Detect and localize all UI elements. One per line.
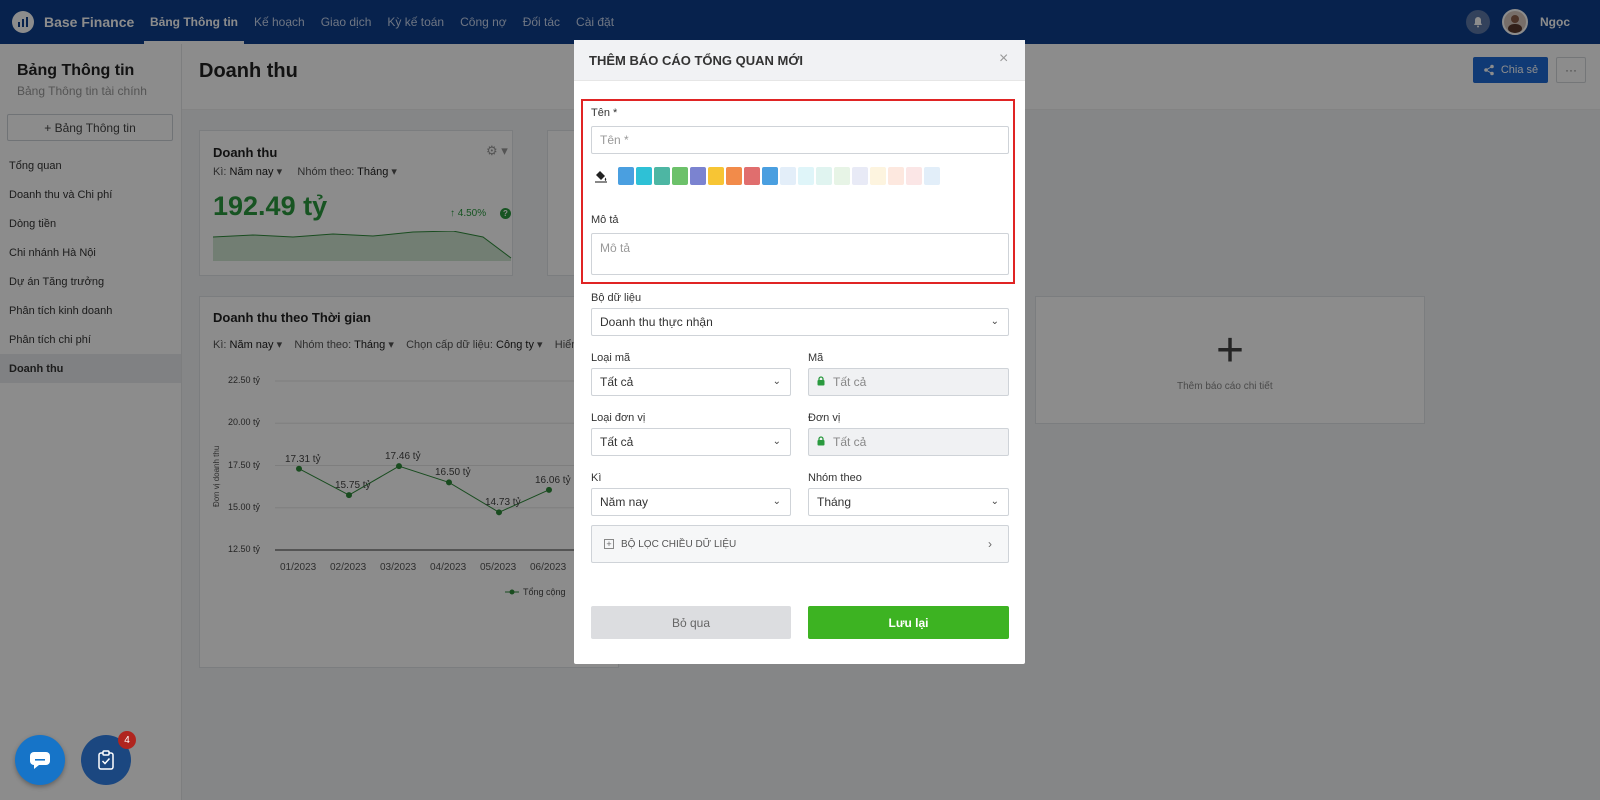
group-select[interactable]: Tháng ⌄ xyxy=(808,488,1009,516)
lock-icon xyxy=(817,375,825,389)
code-value: Tất cả xyxy=(833,375,867,389)
color-swatch[interactable] xyxy=(780,167,796,185)
dimension-filter-label: BỘ LỌC CHIỀU DỮ LIỆU xyxy=(621,538,737,550)
color-swatch[interactable] xyxy=(618,167,634,185)
color-swatch[interactable] xyxy=(816,167,832,185)
color-swatch[interactable] xyxy=(762,167,778,185)
chat-icon xyxy=(30,752,50,769)
color-swatch[interactable] xyxy=(834,167,850,185)
period-label: Kì xyxy=(591,472,602,484)
description-label: Mô tả xyxy=(591,214,619,226)
modal-title: THÊM BÁO CÁO TỔNG QUAN MỚI xyxy=(589,53,804,68)
color-swatch[interactable] xyxy=(852,167,868,185)
unit-type-label: Loại đơn vị xyxy=(591,412,646,424)
chevron-down-icon: ⌄ xyxy=(990,316,999,327)
unit-type-select[interactable]: Tất cả ⌄ xyxy=(591,428,791,456)
chevron-down-icon: ⌄ xyxy=(772,436,781,447)
chevron-down-icon: ⌄ xyxy=(990,496,999,507)
cancel-button[interactable]: Bỏ qua xyxy=(591,606,791,639)
unit-label: Đơn vị xyxy=(808,412,841,424)
code-type-value: Tất cả xyxy=(600,375,634,389)
add-report-modal: THÊM BÁO CÁO TỔNG QUAN MỚI × Tên * Tên *… xyxy=(574,40,1025,664)
unit-value: Tất cả xyxy=(833,435,867,449)
unit-field: Tất cả xyxy=(808,428,1009,456)
period-value: Năm nay xyxy=(600,495,649,509)
color-swatch[interactable] xyxy=(744,167,760,185)
color-swatch[interactable] xyxy=(654,167,670,185)
code-field: Tất cả xyxy=(808,368,1009,396)
chevron-down-icon: ⌄ xyxy=(772,496,781,507)
period-select[interactable]: Năm nay ⌄ xyxy=(591,488,791,516)
name-input[interactable]: Tên * xyxy=(591,126,1009,154)
dataset-label: Bộ dữ liệu xyxy=(591,292,642,304)
color-swatch[interactable] xyxy=(906,167,922,185)
group-label: Nhóm theo xyxy=(808,472,862,484)
lock-icon xyxy=(817,435,825,449)
clipboard-check-icon xyxy=(98,750,114,770)
chat-button[interactable] xyxy=(15,735,65,785)
task-badge: 4 xyxy=(118,731,136,749)
color-swatch[interactable] xyxy=(870,167,886,185)
chevron-down-icon: ⌄ xyxy=(772,376,781,387)
color-swatch[interactable] xyxy=(924,167,940,185)
save-button[interactable]: Lưu lại xyxy=(808,606,1009,639)
dataset-select[interactable]: Doanh thu thực nhận ⌄ xyxy=(591,308,1009,336)
color-swatch[interactable] xyxy=(672,167,688,185)
unit-type-value: Tất cả xyxy=(600,435,634,449)
color-swatch[interactable] xyxy=(636,167,652,185)
color-swatch[interactable] xyxy=(888,167,904,185)
close-icon[interactable]: × xyxy=(999,50,1008,68)
color-swatch[interactable] xyxy=(690,167,706,185)
plus-square-icon: + xyxy=(604,539,614,549)
color-swatch[interactable] xyxy=(708,167,724,185)
color-swatch[interactable] xyxy=(726,167,742,185)
code-label: Mã xyxy=(808,352,824,364)
code-type-label: Loại mã xyxy=(591,352,631,364)
color-swatch[interactable] xyxy=(798,167,814,185)
group-value: Tháng xyxy=(817,495,852,509)
description-input[interactable]: Mô tả xyxy=(591,233,1009,275)
color-picker xyxy=(591,166,940,186)
dataset-value: Doanh thu thực nhận xyxy=(600,315,713,329)
dimension-filter-toggle[interactable]: + BỘ LỌC CHIỀU DỮ LIỆU › xyxy=(591,525,1009,563)
chevron-right-icon: › xyxy=(988,537,992,551)
paint-bucket-icon[interactable] xyxy=(591,166,611,186)
name-label: Tên * xyxy=(591,107,618,119)
modal-header: THÊM BÁO CÁO TỔNG QUAN MỚI × xyxy=(574,40,1025,81)
code-type-select[interactable]: Tất cả ⌄ xyxy=(591,368,791,396)
